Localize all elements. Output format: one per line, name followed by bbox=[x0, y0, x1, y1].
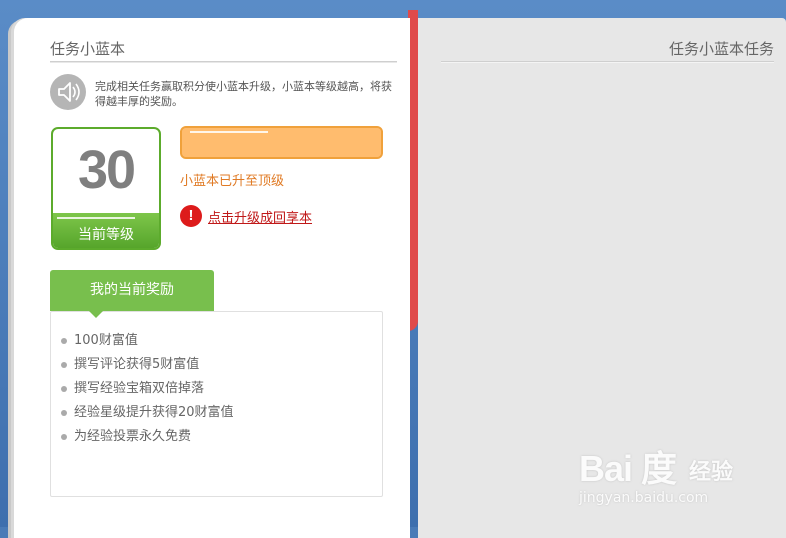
level-label: 当前等级 bbox=[78, 227, 134, 243]
level-bar-highlight bbox=[57, 217, 135, 219]
level-value: 30 bbox=[77, 140, 136, 200]
level-progress-bar bbox=[180, 126, 383, 159]
level-label-bar: 当前等级 bbox=[53, 213, 159, 248]
reward-item: 撰写评论获得5财富值 bbox=[61, 353, 241, 377]
reward-item: 撰写经验宝箱双倍掉落 bbox=[61, 377, 241, 401]
right-page-title: 任务小蓝本任务 bbox=[668, 40, 774, 58]
level-badge: 30 当前等级 bbox=[51, 127, 161, 250]
alert-icon: ! bbox=[180, 205, 202, 227]
speaker-icon bbox=[50, 74, 86, 110]
level-status-text: 小蓝本已升至顶级 bbox=[180, 174, 285, 189]
tab-pointer bbox=[89, 311, 103, 318]
reward-list: 100财富值 撰写评论获得5财富值 撰写经验宝箱双倍掉落 经验星级提升获得20财富值为… bbox=[61, 329, 241, 449]
revert-level-link[interactable]: 点击升级成回享本 bbox=[208, 207, 312, 226]
current-reward-tab: 我的当前奖励 bbox=[50, 270, 214, 311]
progress-highlight bbox=[190, 131, 268, 133]
baidu-jingyan-watermark: Bai 度 经验 jingyan.baidu.com bbox=[579, 440, 739, 515]
watermark-url: jingyan.baidu.com bbox=[579, 490, 709, 506]
reward-item: 100财富值 bbox=[61, 329, 241, 353]
intro-text: 完成相关任务赢取积分使小蓝本升级，小蓝本等级越高，将获得越丰厚的奖励。 bbox=[95, 80, 392, 108]
reward-item: 为经验投票永久免费 bbox=[61, 425, 241, 449]
reward-list-box: 100财富值 撰写评论获得5财富值 撰写经验宝箱双倍掉落 经验星级提升获得20财富值为… bbox=[50, 311, 383, 497]
title-divider bbox=[441, 61, 774, 63]
left-page: 任务小蓝本 完成相关任务赢取积分使小蓝本升级，小蓝本等级越高，将获得越丰厚的奖励… bbox=[14, 18, 410, 538]
watermark-logo: Bai 度 bbox=[579, 448, 677, 489]
reward-item: 经验星级提升获得20财富值 bbox=[61, 401, 241, 425]
title-divider bbox=[50, 61, 397, 63]
page-title: 任务小蓝本 bbox=[50, 40, 126, 58]
watermark-logo-cn: 经验 bbox=[689, 460, 734, 485]
